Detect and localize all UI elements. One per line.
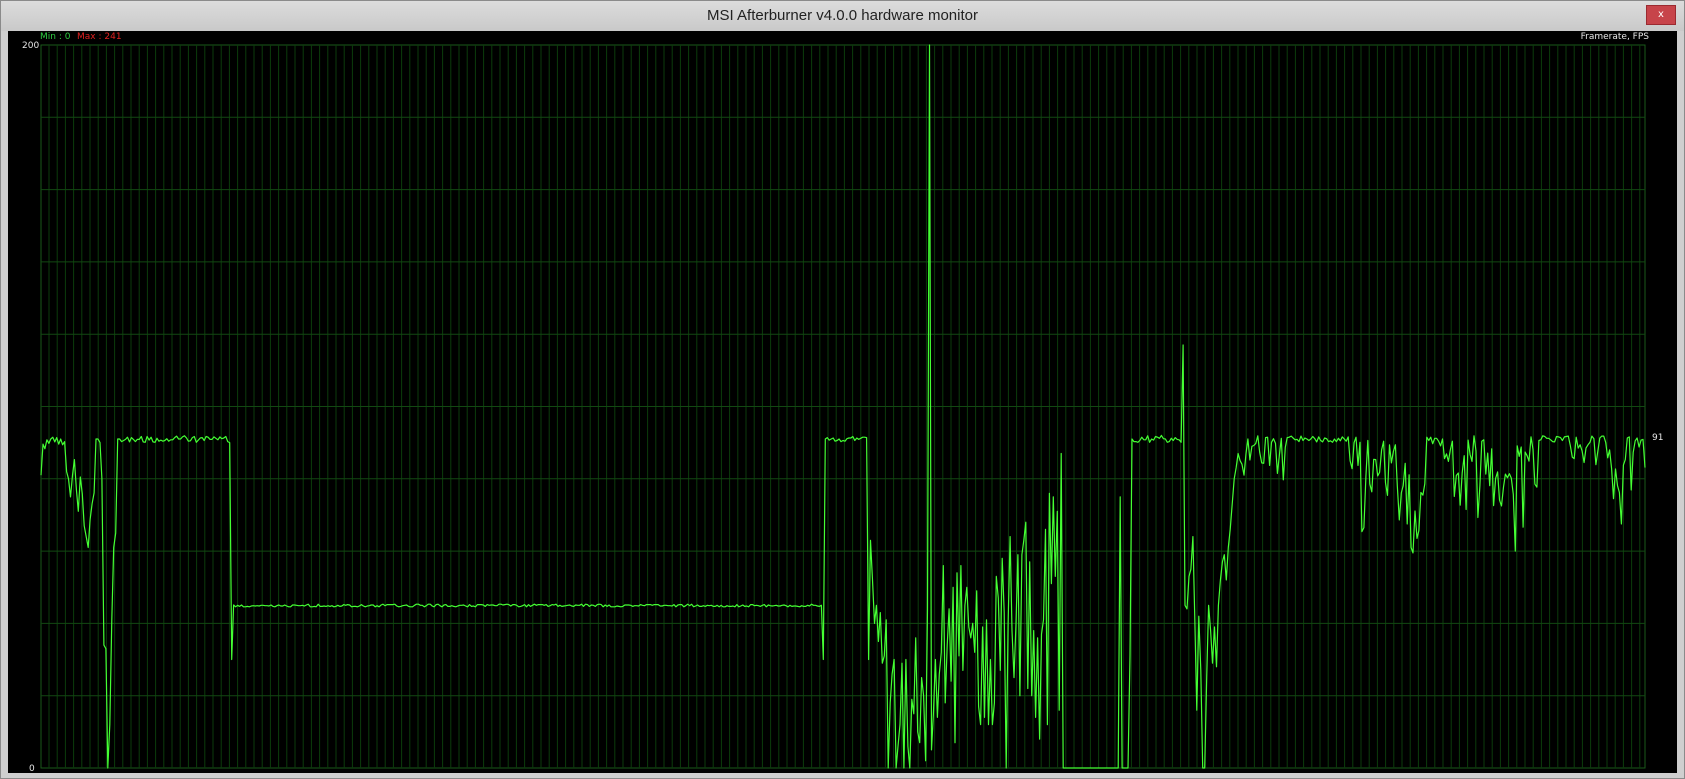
hardware-monitor-window: MSI Afterburner v4.0.0 hardware monitor …	[0, 0, 1685, 779]
current-value-label: 91	[1652, 433, 1664, 443]
y-axis-min-label: 0	[29, 764, 35, 774]
framerate-graph	[40, 44, 1646, 769]
title-bar[interactable]: MSI Afterburner v4.0.0 hardware monitor …	[1, 1, 1684, 31]
graph-name-label: Framerate, FPS	[1580, 32, 1649, 42]
max-label: Max : 241	[77, 32, 122, 42]
y-axis-max-label: 200	[22, 41, 40, 51]
monitor-graph-panel: Min : 0 Max : 241 Framerate, FPS 200 0 9…	[8, 31, 1677, 774]
min-label: Min : 0	[40, 32, 71, 42]
window-title: MSI Afterburner v4.0.0 hardware monitor	[707, 7, 978, 24]
close-button[interactable]: x	[1646, 5, 1676, 25]
